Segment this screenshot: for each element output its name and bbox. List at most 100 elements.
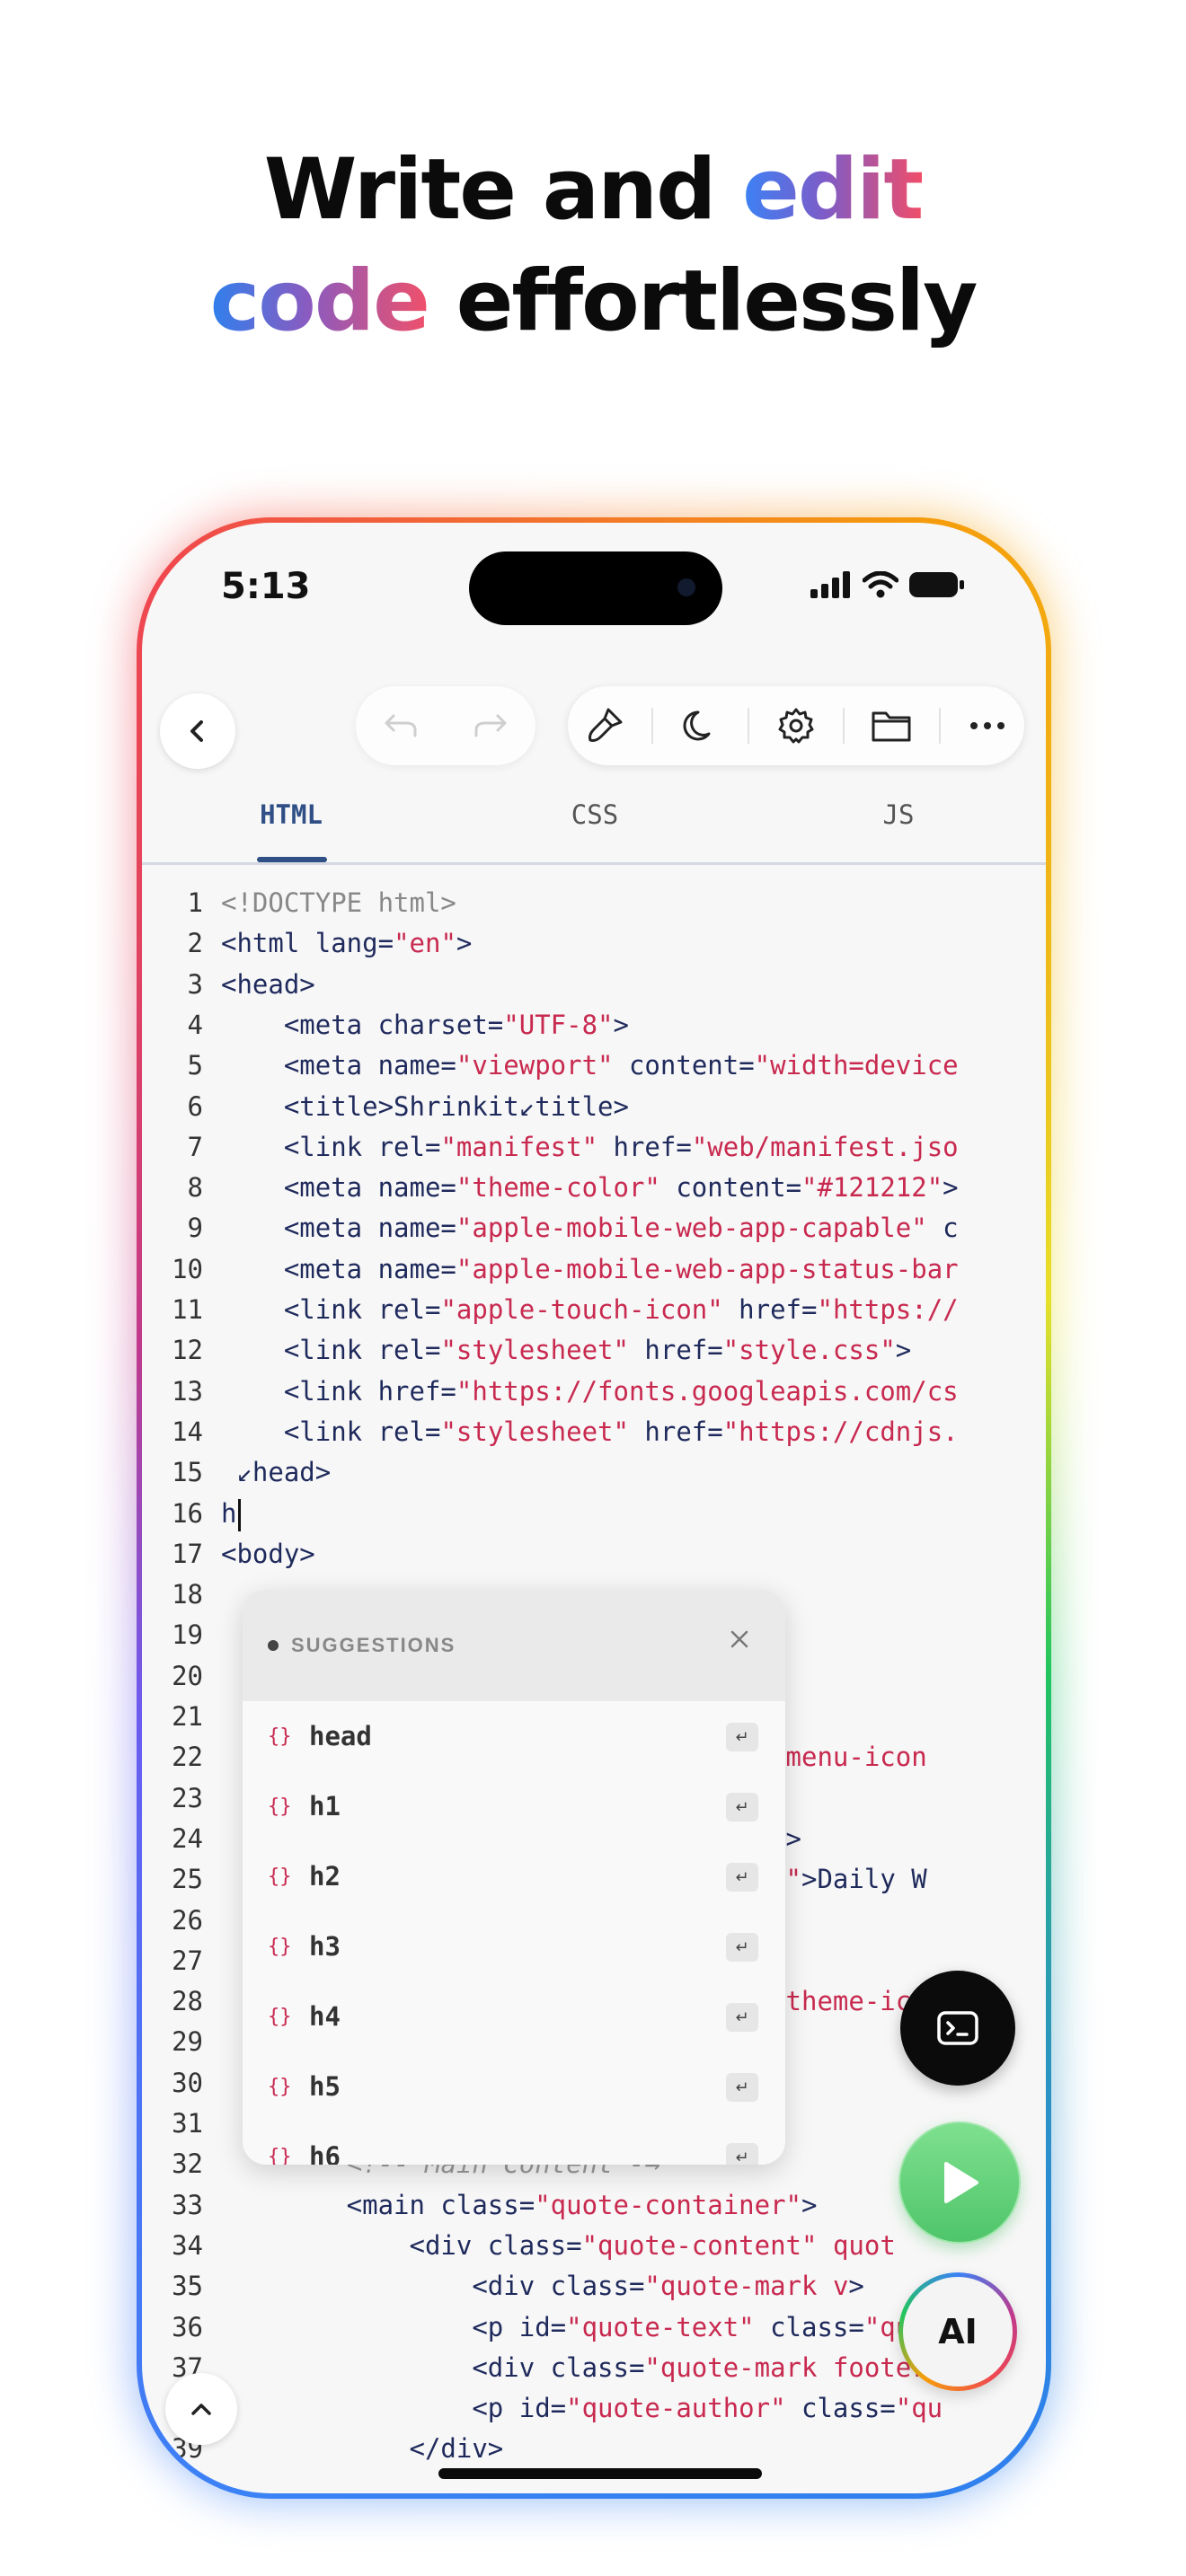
battery-icon [909, 572, 964, 597]
more-button[interactable] [960, 699, 1014, 753]
suggestion-item[interactable]: {} h5 ↵ [243, 2051, 785, 2122]
ai-assistant-button[interactable]: AI [898, 2272, 1017, 2391]
code-line: 36 <p id="quote-text" class="quote [142, 2307, 959, 2348]
status-icons [810, 571, 965, 598]
code-line: 35 <div class="quote-mark v> [142, 2265, 864, 2307]
suggestion-item[interactable]: {} head ↵ [243, 1701, 785, 1771]
code-line: 34 <div class="quote-content" quot [142, 2225, 896, 2266]
suggestions-list: {} head ↵ {} h1 ↵ {} h2 ↵ {} h3 ↵ {} h4 ↵ {} h5 ↵ {} h6 ↵ [243, 1701, 785, 2165]
home-indicator [438, 2468, 762, 2479]
code-line: 7 <link rel="manifest" href="web/manifes… [142, 1126, 959, 1168]
line-number: 25 [172, 1864, 203, 1895]
suggestion-label: h4 [309, 2001, 341, 2032]
active-tab-indicator [257, 857, 327, 862]
code-line: 12 <link rel="stylesheet" href="style.cs… [142, 1329, 911, 1371]
line-number: 36 [172, 2311, 203, 2342]
code-line: 23 [142, 1778, 221, 1819]
tab-css[interactable]: CSS [571, 799, 618, 830]
suggestion-item[interactable]: {} h1 ↵ [243, 1771, 785, 1841]
code-line: 31 [142, 2103, 221, 2144]
back-button[interactable] [160, 693, 235, 769]
phone-screen: 5:13 HTML CSS JS 1 <!DOCTYPE html> 2 <ht… [142, 523, 1046, 2493]
suggestion-label: h2 [309, 1861, 341, 1892]
code-text: <meta name="apple-mobile-web-app-capable… [221, 1213, 959, 1244]
line-number: 27 [172, 1945, 203, 1976]
code-text: <link rel="apple-touch-icon" href="https… [221, 1294, 959, 1325]
element-icon: {} [268, 1725, 292, 1748]
suggestion-item[interactable]: {} h3 ↵ [243, 1911, 785, 1981]
code-text: <main class="quote-container"> [221, 2189, 818, 2220]
enter-key-icon: ↵ [726, 1723, 758, 1751]
suggestions-panel: SUGGESTIONS {} head ↵{} h1 ↵{} h2 ↵{} h3 ↵{} h4 ↵{… [243, 1590, 785, 2165]
scroll-to-top-button[interactable] [165, 2373, 237, 2445]
enter-key-icon: ↵ [726, 1793, 758, 1822]
toolbar-divider [747, 708, 749, 744]
line-number: 15 [172, 1457, 203, 1488]
settings-button[interactable] [769, 699, 823, 753]
line-number: 23 [172, 1782, 203, 1813]
dynamic-island [469, 551, 722, 625]
code-text: <meta charset="UTF-8"> [221, 1009, 629, 1040]
status-time: 5:13 [221, 566, 311, 607]
code-line: 14 <link rel="stylesheet" href="https://… [142, 1411, 959, 1452]
signal-icon [810, 571, 850, 598]
enter-key-icon: ↵ [726, 1863, 758, 1892]
line-number: 21 [172, 1701, 203, 1732]
code-line: 11 <link rel="apple-touch-icon" href="ht… [142, 1289, 959, 1330]
headline-line-2: code effortlessly [209, 252, 978, 350]
code-line: 29 [142, 2021, 221, 2062]
folder-icon [872, 711, 911, 742]
code-text: <p id="quote-author" class="qu [221, 2393, 943, 2424]
headline-gradient-word: edit [742, 141, 924, 239]
line-number: 29 [172, 2026, 203, 2058]
code-text: <link rel="stylesheet" href="https://cdn… [221, 1416, 959, 1447]
line-number: 35 [172, 2271, 203, 2302]
undo-icon [385, 714, 417, 737]
suggestion-label: h5 [309, 2071, 341, 2102]
code-line: 9 <meta name="apple-mobile-web-app-capab… [142, 1207, 959, 1248]
line-number: 31 [172, 2108, 203, 2139]
suggestion-item[interactable]: {} h6 ↵ [243, 2122, 785, 2165]
line-number: 33 [172, 2189, 203, 2220]
element-icon: {} [268, 2145, 292, 2166]
line-number: 26 [172, 1904, 203, 1936]
enter-key-icon: ↵ [726, 2003, 758, 2032]
suggestion-item[interactable]: {} h4 ↵ [243, 1981, 785, 2051]
line-number: 24 [172, 1822, 203, 1854]
code-line: 13 <link href="https://fonts.googleapis.… [142, 1371, 959, 1412]
code-text: <p id="quote-text" class="quote [221, 2311, 958, 2342]
terminal-button[interactable] [900, 1971, 1015, 2086]
code-text: <title>Shrinkit↙title> [221, 1090, 629, 1122]
suggestions-title: SUGGESTIONS [291, 1634, 456, 1656]
toolbar-divider [843, 708, 845, 744]
suggestion-label: h3 [309, 1931, 341, 1962]
run-button[interactable] [898, 2122, 1021, 2244]
camera-icon [677, 578, 695, 596]
line-number: 8 [187, 1172, 203, 1204]
undo-button[interactable] [374, 699, 428, 753]
redo-button[interactable] [464, 699, 518, 753]
line-number: 22 [172, 1742, 203, 1773]
undo-redo-group [356, 686, 535, 765]
files-button[interactable] [864, 699, 918, 753]
tab-html[interactable]: HTML [260, 799, 323, 830]
redo-icon [474, 714, 507, 737]
code-line: 5 <meta name="viewport" content="width=d… [142, 1045, 959, 1086]
tab-js[interactable]: JS [883, 799, 915, 830]
suggestion-item[interactable]: {} h2 ↵ [243, 1841, 785, 1911]
format-button[interactable] [578, 699, 632, 753]
line-number: 32 [172, 2148, 203, 2180]
line-number: 12 [172, 1335, 203, 1366]
element-icon: {} [268, 1795, 292, 1818]
code-line: 10 <meta name="apple-mobile-web-app-stat… [142, 1248, 959, 1290]
more-icon [969, 722, 1005, 729]
code-line: 1 <!DOCTYPE html> [142, 882, 456, 923]
code-line: 2 <html lang="en"> [142, 922, 473, 964]
close-suggestions-button[interactable] [730, 1629, 749, 1654]
theme-toggle-button[interactable] [674, 699, 728, 753]
headline: Write and edit code effortlessly [0, 135, 1186, 357]
wifi-icon [863, 571, 898, 598]
line-number: 19 [172, 1619, 203, 1651]
code-line: 6 <title>Shrinkit↙title> [142, 1086, 629, 1127]
suggestions-header: SUGGESTIONS [243, 1590, 785, 1701]
